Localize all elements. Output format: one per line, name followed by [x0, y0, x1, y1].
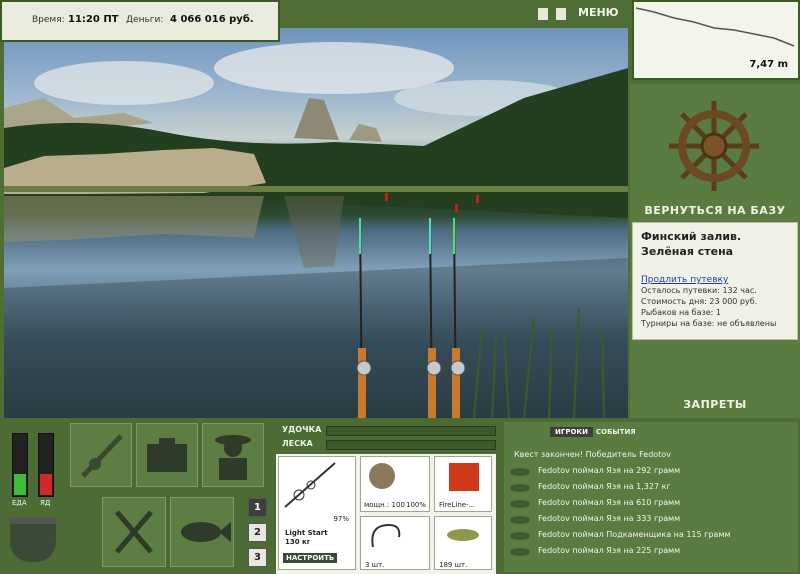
fish-icon: [510, 548, 530, 556]
sound-icon[interactable]: [556, 8, 566, 20]
quest-message: Квест закончен! Победитель Fedotov: [514, 450, 671, 459]
money-label: Деньги:: [126, 15, 164, 25]
time-value: 11:20 ПТ: [68, 14, 119, 25]
location-info: Финский залив. Зелёная стена Продлить пу…: [632, 222, 798, 340]
event-row-5: Fedotov поймал Подкаменщика на 115 грамм: [510, 530, 730, 544]
status-bar: Время: 11:20 ПТ Деньги: 4 066 016 руб.: [0, 0, 280, 42]
line-tension-label: ЛЕСКА: [282, 439, 313, 448]
fish-icon: [510, 516, 530, 524]
tab-players[interactable]: ИГРОКИ: [550, 427, 593, 437]
line-spool-icon: [449, 463, 479, 491]
setup-button[interactable]: НАСТРОИТЬ: [283, 553, 338, 563]
hooks-count: 3 шт.: [365, 561, 385, 569]
depth-value: 7,47 m: [749, 59, 788, 70]
grasshopper-icon: [447, 529, 479, 541]
fish-icon: [510, 468, 530, 476]
tournaments-status: Турниры на базе: не объявлены: [641, 319, 777, 328]
ship-wheel-icon[interactable]: [664, 96, 764, 196]
fish-icon: [510, 484, 530, 492]
depth-chart: [635, 7, 795, 47]
money-value: 4 066 016 руб.: [170, 14, 254, 25]
food-meter-fill: [14, 474, 26, 495]
poison-label: ЯД: [40, 499, 51, 507]
return-to-base-button[interactable]: ВЕРНУТЬСЯ НА БАЗУ: [632, 204, 798, 217]
reel-icon: [369, 463, 395, 489]
rod-percent: 97%: [333, 515, 349, 523]
event-row-1: Fedotov поймал Язя на 292 грамм: [510, 466, 680, 480]
page-button-1[interactable]: 1: [248, 498, 267, 517]
line-tension-bar: [326, 440, 496, 450]
rods-group[interactable]: [334, 218, 484, 418]
event-row-2: Fedotov поймал Язя на 1,327 кг: [510, 482, 671, 496]
reel-power: мощн.: 100: [364, 501, 405, 509]
permit-remaining: Осталось путевки: 132 час.: [641, 286, 757, 295]
event-row-3: Fedotov поймал Язя на 610 грамм: [510, 498, 680, 512]
page-button-3[interactable]: 3: [248, 548, 267, 567]
fish-icon: [510, 532, 530, 540]
tackle-panel: 97% Light Start 130 кг НАСТРОИТЬ мощн.: …: [276, 454, 496, 574]
pause-icon[interactable]: [538, 8, 548, 20]
bans-button[interactable]: ЗАПРЕТЫ: [632, 398, 798, 411]
poison-meter: [38, 433, 54, 497]
lake-landscape: [4, 42, 628, 418]
event-row-4: Fedotov поймал Язя на 333 грамм: [510, 514, 680, 528]
line-slot[interactable]: FireLine-...: [434, 456, 492, 512]
time-label: Время:: [32, 15, 65, 25]
fishing-scene[interactable]: [4, 28, 628, 418]
anglers-count: Рыбаков на базе: 1: [641, 308, 721, 317]
rod-1: [356, 218, 372, 418]
event-row-6: Fedotov поймал Язя на 225 грамм: [510, 546, 680, 560]
tab-events[interactable]: СОБЫТИЯ: [596, 428, 636, 436]
depth-profile-panel: 7,47 m: [632, 0, 800, 80]
fisherman-icon[interactable]: [202, 423, 264, 487]
line-name: FireLine-...: [439, 501, 476, 509]
bait-slot[interactable]: 189 шт.: [434, 516, 492, 570]
rod-tension-label: УДОЧКА: [282, 425, 322, 434]
day-cost: Стоимость дня: 23 000 руб.: [641, 297, 758, 306]
rod-2: [426, 218, 442, 418]
reel-percent: 100%: [405, 501, 426, 509]
food-meter: [12, 433, 28, 497]
rod-tackle-icon[interactable]: [70, 423, 132, 487]
fish-icon: [510, 500, 530, 508]
location-title: Финский залив. Зелёная стена: [641, 230, 742, 258]
tackle-box-icon[interactable]: [136, 423, 198, 487]
menu-button[interactable]: МЕНЮ: [578, 6, 619, 19]
poison-meter-fill: [40, 474, 52, 495]
rod-3: [450, 218, 466, 418]
fish-icon[interactable]: [170, 497, 234, 567]
cutlery-icon[interactable]: [102, 497, 166, 567]
page-button-2[interactable]: 2: [248, 523, 267, 542]
hook-icon: [371, 523, 401, 548]
rod-load: 130 кг: [285, 538, 311, 546]
rod-name: Light Start: [285, 529, 328, 537]
hook-slot[interactable]: 3 шт.: [360, 516, 430, 570]
rod-slot[interactable]: 97% Light Start 130 кг НАСТРОИТЬ: [278, 456, 356, 570]
food-label: ЕДА: [12, 499, 27, 507]
rod-tension-bar: [326, 426, 496, 436]
events-panel: ИГРОКИ СОБЫТИЯ Квест закончен! Победител…: [504, 422, 798, 572]
cauldron-icon[interactable]: [10, 518, 56, 562]
bait-count: 189 шт.: [439, 561, 468, 569]
reel-slot[interactable]: мощн.: 100 100%: [360, 456, 430, 512]
extend-permit-link[interactable]: Продлить путевку: [641, 275, 789, 285]
